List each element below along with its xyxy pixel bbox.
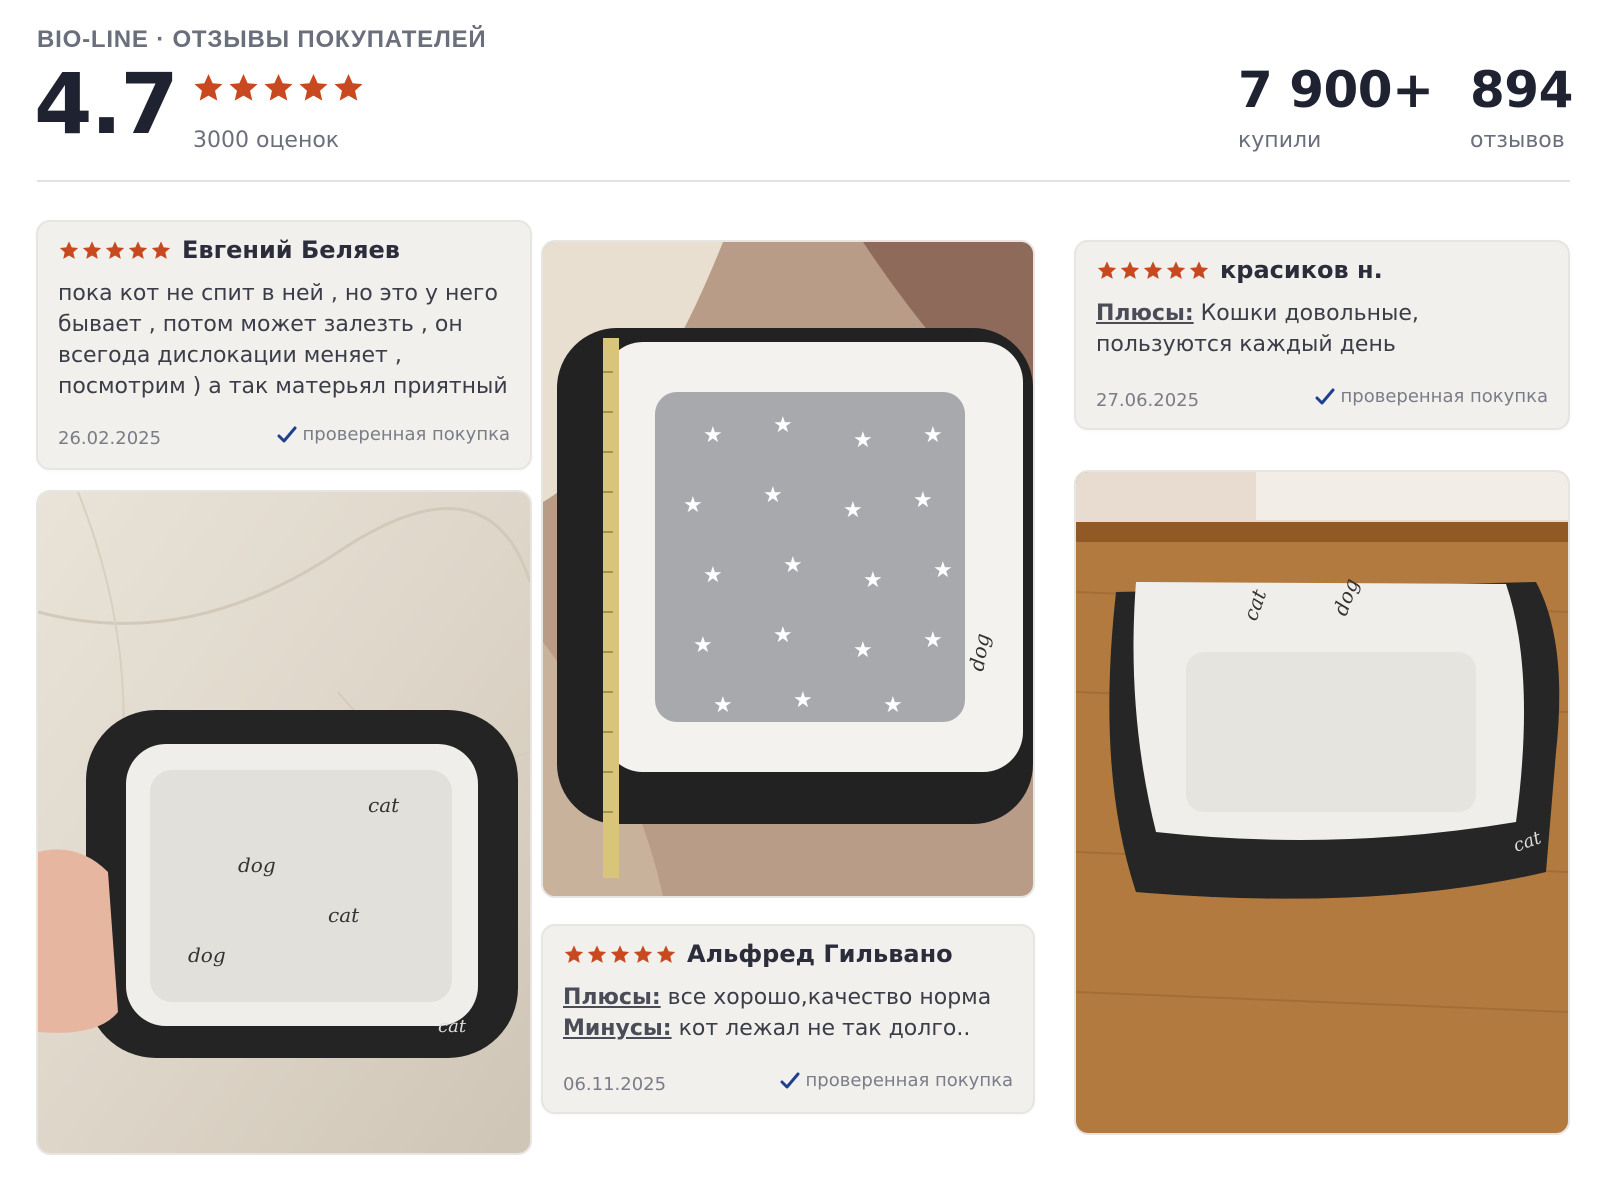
header-divider [37, 180, 1570, 182]
rating-stars [192, 72, 365, 104]
svg-text:★: ★ [793, 688, 813, 713]
stat-reviews-label: отзывов [1470, 128, 1565, 153]
pet-bed-photo-3: cat dog cat [1076, 472, 1568, 1133]
reviewer-name: красиков н. [1220, 256, 1383, 284]
verified-label: проверенная покупка [302, 424, 510, 445]
bed-print-text: dog [188, 943, 226, 967]
review-date: 26.02.2025 [58, 428, 162, 449]
svg-text:★: ★ [923, 423, 943, 448]
reviewer-name: Альфред Гильвано [687, 940, 953, 968]
review-stars [1096, 260, 1210, 281]
svg-text:★: ★ [693, 633, 713, 658]
star-icon [82, 241, 102, 259]
star-icon [194, 74, 223, 101]
star-icon [299, 74, 328, 101]
svg-text:★: ★ [783, 553, 803, 578]
cons-text: кот лежал не так долго.. [678, 1016, 971, 1041]
stat-bought-value: 7 900+ [1238, 61, 1434, 119]
pet-bed-photo-1: cat dog cat dog cat [38, 492, 530, 1153]
average-rating: 4.7 [34, 55, 179, 153]
svg-text:★: ★ [863, 568, 883, 593]
svg-text:★: ★ [843, 498, 863, 523]
star-icon [1143, 261, 1163, 279]
review-photo[interactable]: ★ ★ ★ ★ ★ ★ ★ ★ ★ ★ ★ ★ ★ ★ ★ ★ ★ ★ ★ dog [541, 240, 1035, 898]
pros-label: Плюсы: [1096, 301, 1194, 326]
review-photo[interactable]: cat dog cat dog cat [36, 490, 532, 1155]
measuring-tape [603, 338, 619, 878]
star-icon [105, 241, 125, 259]
verified-label: проверенная покупка [1340, 386, 1548, 407]
verified-badge: проверенная покупка [780, 1070, 1013, 1091]
review-card[interactable]: Альфред Гильвано Плюсы: все хорошо,качес… [541, 924, 1035, 1114]
svg-text:★: ★ [853, 428, 873, 453]
pros-label: Плюсы: [563, 985, 661, 1010]
star-icon [229, 74, 258, 101]
stat-reviews-value: 894 [1470, 61, 1573, 119]
reviewer-name: Евгений Беляев [182, 236, 400, 264]
pet-bed-photo-2: ★ ★★ ★ ★ ★★ ★ ★ ★★ ★ ★ ★★ ★ ★ ★ ★ dog [543, 242, 1033, 896]
star-icon [1097, 261, 1117, 279]
review-body: Плюсы: Кошки довольные, пользуются кажды… [1096, 298, 1556, 360]
review-photo[interactable]: cat dog cat [1074, 470, 1570, 1135]
svg-text:★: ★ [763, 483, 783, 508]
verified-label: проверенная покупка [805, 1070, 1013, 1091]
cons-label: Минусы: [563, 1016, 672, 1041]
review-card[interactable]: Евгений Беляев пока кот не спит в ней , … [36, 220, 532, 470]
bed-print-text: cat [368, 793, 400, 817]
rating-count: 3000 оценок [193, 128, 340, 153]
brand-title: BIO-LINE · ОТЗЫВЫ ПОКУПАТЕЛЕЙ [37, 26, 487, 53]
star-icon [656, 945, 676, 963]
star-icon [610, 945, 630, 963]
check-icon [277, 426, 297, 442]
review-cons: Минусы: кот лежал не так долго.. [563, 1013, 1023, 1044]
svg-text:★: ★ [713, 693, 733, 718]
verified-badge: проверенная покупка [1315, 386, 1548, 407]
svg-text:★: ★ [773, 623, 793, 648]
star-icon [151, 241, 171, 259]
pet-bed: ★ ★★ ★ ★ ★★ ★ ★ ★★ ★ ★ ★★ ★ ★ ★ ★ dog [557, 328, 1033, 824]
review-card[interactable]: красиков н. Плюсы: Кошки довольные, поль… [1074, 240, 1570, 430]
svg-text:★: ★ [683, 493, 703, 518]
star-icon [1120, 261, 1140, 279]
svg-text:cat: cat [438, 1016, 467, 1037]
star-icon [564, 945, 584, 963]
stat-bought-label: купили [1238, 128, 1322, 153]
star-icon [128, 241, 148, 259]
check-icon [780, 1072, 800, 1088]
svg-text:★: ★ [933, 558, 953, 583]
bed-print-text: cat [328, 903, 360, 927]
check-icon [1315, 388, 1335, 404]
review-date: 27.06.2025 [1096, 390, 1200, 411]
review-date: 06.11.2025 [563, 1074, 667, 1095]
stat-bought: 7 900+ купили [1238, 61, 1434, 153]
verified-badge: проверенная покупка [277, 424, 510, 445]
svg-text:★: ★ [703, 563, 723, 588]
star-icon [334, 74, 363, 101]
star-icon [59, 241, 79, 259]
svg-text:★: ★ [773, 413, 793, 438]
pet-bed: cat dog cat dog cat [86, 710, 518, 1058]
star-icon [1166, 261, 1186, 279]
svg-text:★: ★ [883, 693, 903, 718]
review-pros: Плюсы: все хорошо,качество норма [563, 982, 1023, 1013]
review-stars [563, 944, 677, 965]
svg-text:★: ★ [703, 423, 723, 448]
pros-text: все хорошо,качество норма [667, 985, 992, 1010]
svg-text:★: ★ [853, 638, 873, 663]
svg-text:★: ★ [913, 488, 933, 513]
star-icon [264, 74, 293, 101]
star-icon [1189, 261, 1209, 279]
review-stars [58, 240, 172, 261]
star-icon [633, 945, 653, 963]
star-icon [587, 945, 607, 963]
hand [38, 849, 118, 1033]
pet-bed: cat dog cat [1109, 575, 1560, 899]
svg-text:★: ★ [923, 628, 943, 653]
stat-reviews: 894 отзывов [1470, 62, 1573, 153]
review-body: Плюсы: все хорошо,качество норма Минусы:… [563, 982, 1023, 1044]
bed-print-text: dog [238, 853, 276, 877]
review-text: пока кот не спит в ней , но это у него б… [58, 281, 508, 399]
